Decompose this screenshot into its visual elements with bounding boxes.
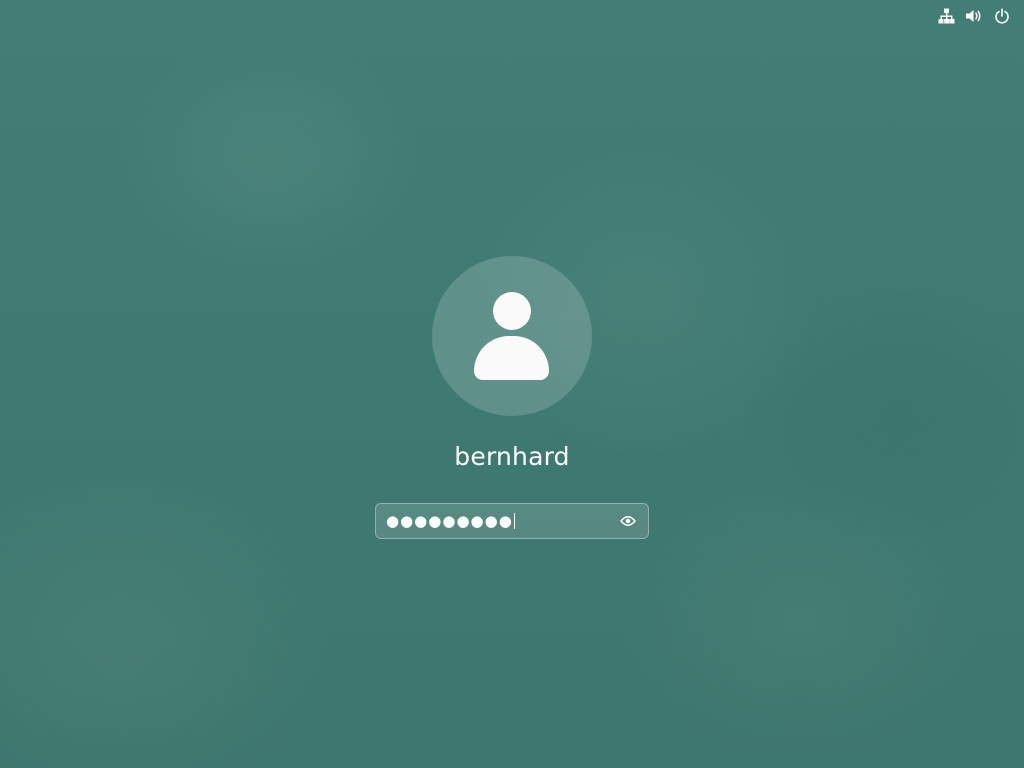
password-field[interactable]: ●●●●●●●●● <box>375 503 649 539</box>
network-button[interactable] <box>936 7 956 25</box>
password-input[interactable]: ●●●●●●●●● <box>376 504 614 538</box>
system-tray <box>936 7 1012 25</box>
user-avatar-icon-body <box>474 336 549 380</box>
user-avatar-icon-head <box>493 292 531 330</box>
power-button[interactable] <box>992 7 1012 25</box>
user-avatar[interactable] <box>432 256 592 416</box>
network-wired-icon <box>938 8 954 24</box>
power-icon <box>995 8 1009 24</box>
login-panel: bernhard ●●●●●●●●● <box>0 256 1024 539</box>
eye-icon <box>620 516 636 526</box>
show-password-button[interactable] <box>614 504 642 538</box>
username-label: bernhard <box>454 442 570 471</box>
password-masked-text: ●●●●●●●●● <box>386 512 513 530</box>
speaker-volume-icon <box>966 10 981 22</box>
text-caret <box>513 513 516 529</box>
volume-button[interactable] <box>964 7 984 25</box>
